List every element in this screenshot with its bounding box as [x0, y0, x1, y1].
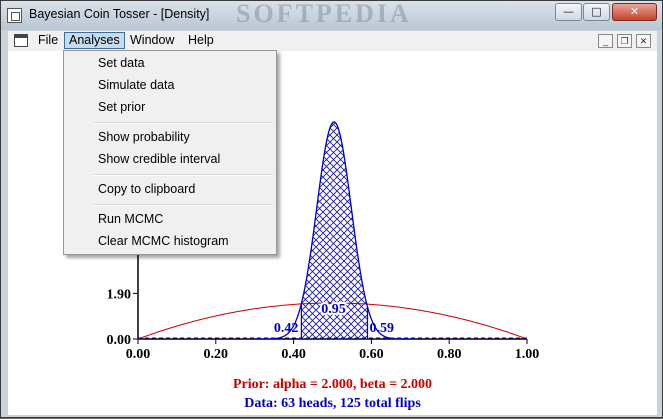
x-tick-label: 0.20 — [204, 347, 229, 362]
mdi-minimize-button[interactable]: _ — [598, 34, 613, 48]
analyses-dropdown-menu: Set data Simulate data Set prior Show pr… — [63, 50, 277, 255]
menu-item-show-credible-interval[interactable]: Show credible interval — [98, 149, 220, 169]
menu-item-copy-to-clipboard[interactable]: Copy to clipboard — [98, 179, 195, 199]
prior-parameters-label: Prior: alpha = 2.000, beta = 2.000 — [233, 377, 432, 392]
minimize-icon: — — [563, 5, 574, 18]
mdi-restore-button[interactable]: ❐ — [617, 34, 632, 48]
menu-separator — [94, 204, 273, 206]
close-icon: ✕ — [629, 5, 640, 18]
title-bar[interactable]: Bayesian Coin Tosser - [Density] SOFTPED… — [1, 0, 662, 30]
watermark-logo: SOFTPEDIA — [236, 0, 412, 28]
menu-separator — [94, 174, 273, 176]
minimize-button[interactable]: — — [555, 3, 582, 21]
y-tick-label: 1.90 — [107, 287, 132, 302]
close-button[interactable]: ✕ — [612, 3, 657, 21]
data-summary-label: Data: 63 heads, 125 total flips — [244, 396, 421, 411]
maximize-icon: □ — [591, 5, 602, 18]
x-tick-label: 0.60 — [359, 347, 384, 362]
x-tick-label: 0.40 — [281, 347, 306, 362]
menu-bar: File Analyses Window Help _ ❐ ✕ — [8, 31, 657, 51]
x-tick-label: 0.80 — [437, 347, 462, 362]
menu-window[interactable]: Window — [126, 32, 178, 49]
mdi-close-button[interactable]: ✕ — [636, 34, 651, 48]
x-tick-label: 1.00 — [515, 347, 540, 362]
document-icon[interactable] — [14, 34, 28, 47]
menu-analyses[interactable]: Analyses — [64, 32, 125, 49]
menu-file[interactable]: File — [34, 32, 62, 49]
app-icon[interactable] — [7, 8, 22, 23]
menu-item-show-probability[interactable]: Show probability — [98, 127, 190, 147]
maximize-button[interactable]: □ — [583, 3, 610, 21]
window-title: Bayesian Coin Tosser - [Density] — [29, 7, 210, 21]
menu-separator — [94, 122, 273, 124]
menu-item-clear-mcmc-histogram[interactable]: Clear MCMC histogram — [98, 231, 229, 251]
y-tick-label: 0.00 — [107, 333, 132, 348]
menu-item-simulate-data[interactable]: Simulate data — [98, 75, 174, 95]
menu-item-set-data[interactable]: Set data — [98, 53, 145, 73]
lower-bound-label: 0.42 — [274, 321, 299, 336]
x-tick-label: 0.00 — [126, 347, 151, 362]
menu-item-set-prior[interactable]: Set prior — [98, 97, 145, 117]
menu-item-run-mcmc[interactable]: Run MCMC — [98, 209, 163, 229]
menu-help[interactable]: Help — [184, 32, 218, 49]
interval-mass-label: 0.95 — [321, 302, 346, 317]
upper-bound-label: 0.59 — [370, 321, 395, 336]
